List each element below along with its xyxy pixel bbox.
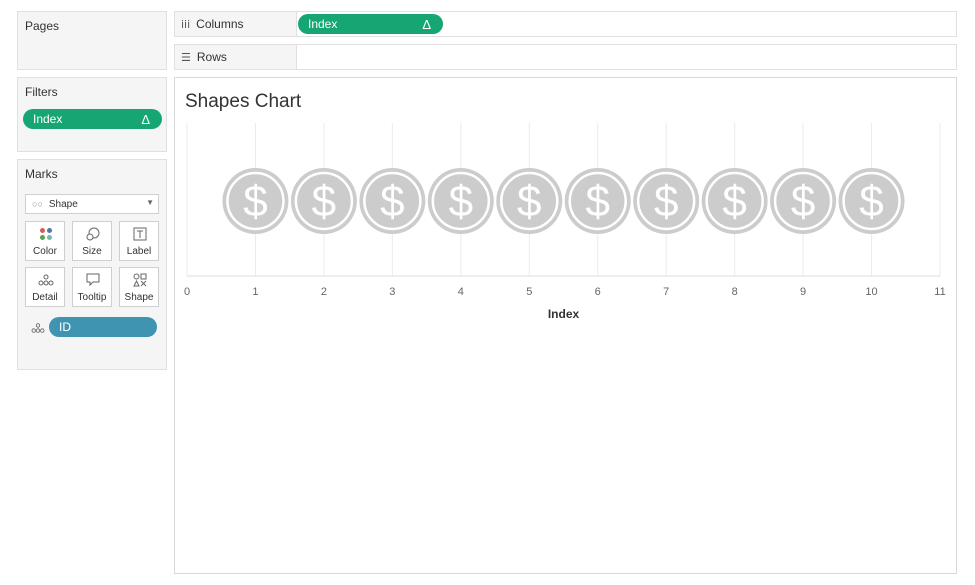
size-label: Size bbox=[82, 246, 102, 257]
x-tick-label: 2 bbox=[321, 286, 327, 298]
dollar-coin-icon[interactable]: $ bbox=[838, 168, 905, 234]
dollar-symbol: $ bbox=[791, 177, 815, 226]
tooltip-button[interactable]: Tooltip bbox=[72, 267, 112, 307]
x-tick-label: 10 bbox=[865, 286, 877, 298]
x-tick-label: 11 bbox=[934, 286, 945, 298]
shape-label: Shape bbox=[124, 292, 154, 303]
columns-icon: iii bbox=[181, 17, 191, 31]
dollar-coin-icon[interactable]: $ bbox=[222, 168, 289, 234]
dollar-coin-icon[interactable]: $ bbox=[701, 168, 768, 234]
x-tick-label: 8 bbox=[732, 286, 738, 298]
dollar-symbol: $ bbox=[243, 177, 267, 226]
detail-pill-id[interactable]: ID bbox=[49, 317, 157, 337]
marks-card[interactable]: Marks ○○ Shape ▼ Color Size Label Detail… bbox=[17, 159, 167, 370]
size-button[interactable]: Size bbox=[72, 221, 112, 261]
color-label: Color bbox=[33, 246, 57, 257]
dollar-coin-icon[interactable]: $ bbox=[633, 168, 700, 234]
dollar-coin-icon[interactable]: $ bbox=[359, 168, 426, 234]
chart-view[interactable]: Shapes Chart 0 1 2 3 4 5 6 7 8 9 10 11 Index $ $ $ $ $ $ $ $… bbox=[174, 77, 957, 574]
filter-pill-label: Index bbox=[33, 112, 63, 126]
columns-pill-index[interactable]: Index Δ bbox=[298, 14, 443, 34]
x-tick-label: 9 bbox=[800, 286, 806, 298]
dollar-symbol: $ bbox=[859, 177, 883, 226]
dollar-symbol: $ bbox=[585, 177, 609, 226]
x-tick-label: 4 bbox=[458, 286, 464, 298]
dollar-coin-icon[interactable]: $ bbox=[770, 168, 837, 234]
filters-title: Filters bbox=[25, 85, 58, 99]
shape-icon: ○○ bbox=[32, 199, 43, 209]
x-tick-label: 0 bbox=[184, 286, 190, 298]
detail-button[interactable]: Detail bbox=[25, 267, 65, 307]
dollar-symbol: $ bbox=[312, 177, 336, 226]
dollar-symbol: $ bbox=[654, 177, 678, 226]
mark-type-dropdown[interactable]: ○○ Shape ▼ bbox=[25, 194, 159, 214]
shape-icon bbox=[133, 273, 147, 287]
detail-label: Detail bbox=[32, 292, 58, 303]
filters-card[interactable]: Filters Index Δ bbox=[17, 77, 167, 152]
detail-icon bbox=[31, 323, 45, 333]
color-icon bbox=[40, 228, 52, 240]
rows-label: Rows bbox=[196, 50, 227, 64]
tooltip-label: Tooltip bbox=[77, 292, 107, 303]
dollar-coin-icon[interactable]: $ bbox=[564, 168, 631, 234]
delta-icon: Δ bbox=[422, 16, 431, 32]
columns-shelf[interactable]: iii Columns Index Δ bbox=[174, 11, 957, 37]
delta-icon: Δ bbox=[141, 111, 150, 127]
pages-card[interactable]: Pages bbox=[17, 11, 167, 70]
x-tick-label: 1 bbox=[252, 286, 258, 298]
shape-button[interactable]: Shape bbox=[119, 267, 159, 307]
text-label-icon bbox=[133, 227, 147, 241]
columns-label: Columns bbox=[196, 17, 244, 31]
rows-shelf-label: ☰ Rows bbox=[175, 45, 297, 69]
label-label: Label bbox=[126, 246, 152, 257]
dollar-symbol: $ bbox=[380, 177, 404, 226]
dollar-symbol: $ bbox=[722, 177, 746, 226]
dollar-symbol: $ bbox=[517, 177, 541, 226]
rows-icon: ☰ bbox=[181, 50, 191, 64]
marks-title: Marks bbox=[25, 167, 58, 181]
x-tick-label: 6 bbox=[595, 286, 601, 298]
x-tick-label: 5 bbox=[526, 286, 532, 298]
filter-pill-index[interactable]: Index Δ bbox=[23, 109, 162, 129]
chart-title: Shapes Chart bbox=[185, 91, 302, 112]
dollar-coin-icon[interactable]: $ bbox=[427, 168, 494, 234]
columns-pill-label: Index bbox=[308, 17, 338, 31]
detail-icon bbox=[38, 274, 54, 286]
color-button[interactable]: Color bbox=[25, 221, 65, 261]
size-icon bbox=[86, 227, 100, 241]
dollar-coin-icon[interactable]: $ bbox=[290, 168, 357, 234]
rows-shelf[interactable]: ☰ Rows bbox=[174, 44, 957, 70]
chevron-down-icon[interactable]: ▼ bbox=[146, 198, 154, 207]
tooltip-icon bbox=[86, 273, 100, 287]
pages-title: Pages bbox=[25, 19, 60, 33]
mark-type-value: Shape bbox=[48, 198, 78, 210]
x-tick-label: 3 bbox=[389, 286, 395, 298]
dollar-coin-icon[interactable]: $ bbox=[496, 168, 563, 234]
shapes-chart[interactable]: 0 1 2 3 4 5 6 7 8 9 10 11 Index $ $ $ $ $ $ $ $ $ $ bbox=[175, 118, 956, 378]
dollar-symbol: $ bbox=[449, 177, 473, 226]
columns-shelf-label: iii Columns bbox=[175, 12, 297, 36]
detail-pill-label: ID bbox=[59, 320, 71, 334]
label-button[interactable]: Label bbox=[119, 221, 159, 261]
x-axis-title: Index bbox=[548, 307, 580, 321]
x-tick-label: 7 bbox=[663, 286, 669, 298]
